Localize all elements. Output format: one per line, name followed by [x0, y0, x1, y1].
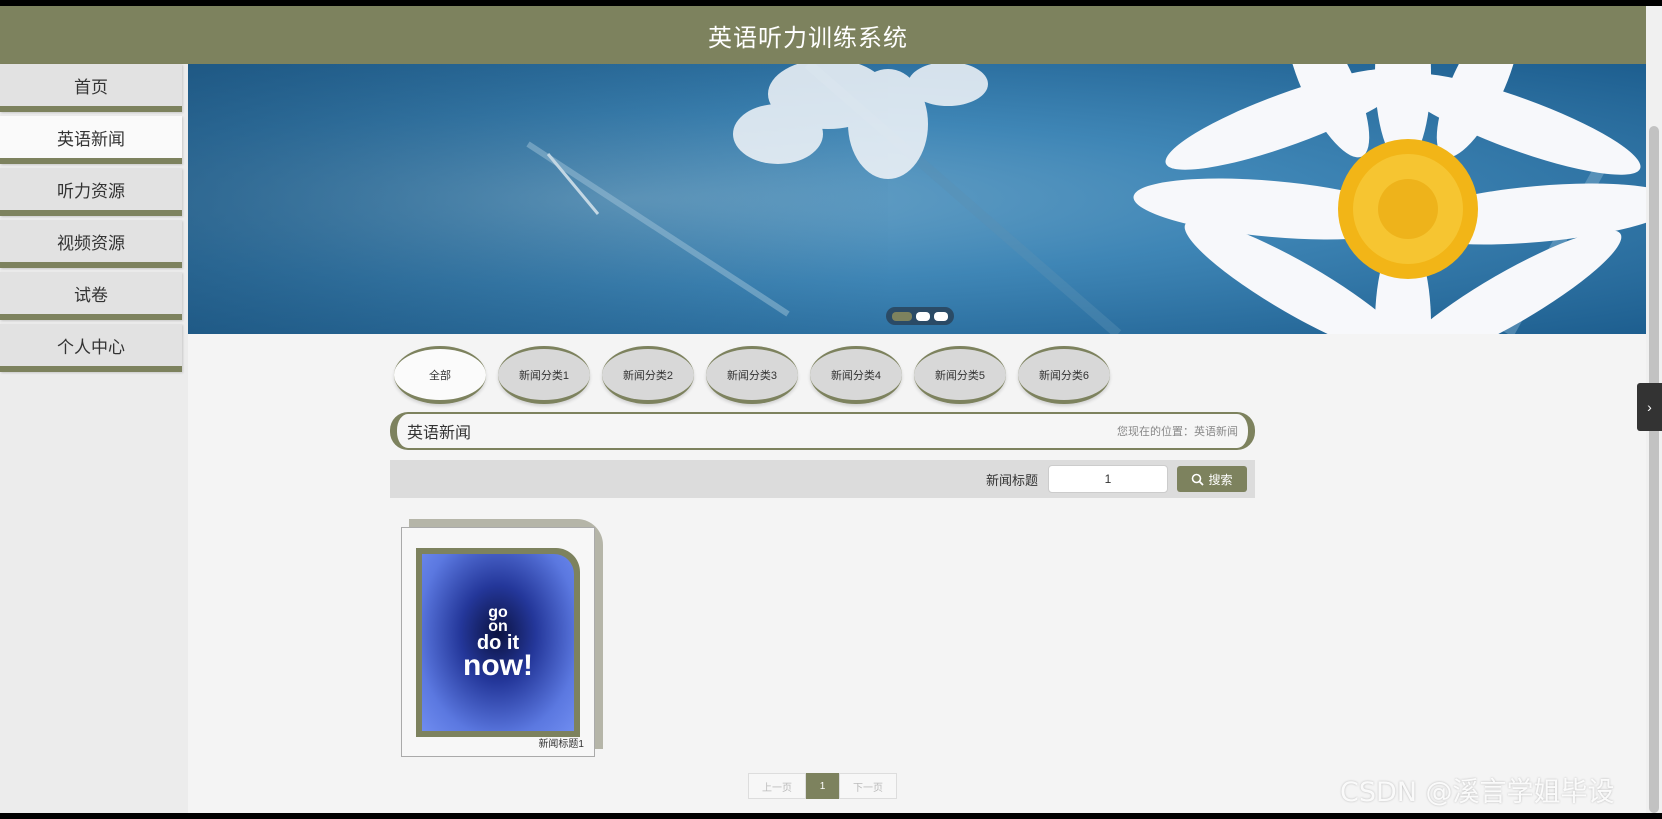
sidebar-item-listening-resources[interactable]: 听力资源 [0, 168, 182, 216]
site-title: 英语听力训练系统 [708, 23, 908, 52]
app-window: 英语听力训练系统 首页 英语新闻 听力资源 视频资源 试卷 个人中心 全部 新闻… [0, 6, 1646, 813]
pagination: 上一页 1 下一页 [748, 773, 897, 799]
news-thumbnail-frame: go on do it now! [416, 548, 580, 737]
top-header: 英语听力训练系统 [0, 6, 1646, 64]
sidebar-item-personal-center[interactable]: 个人中心 [0, 324, 182, 372]
search-button-label: 搜索 [1208, 472, 1233, 487]
search-input[interactable] [1048, 465, 1168, 493]
card-body: go on do it now! 新闻标题1 [401, 527, 595, 757]
scrollbar-thumb[interactable] [1649, 126, 1659, 813]
carousel-dot-3[interactable] [934, 311, 948, 321]
category-tabs: 全部 新闻分类1 新闻分类2 新闻分类3 新闻分类4 新闻分类5 新闻分类6 [394, 346, 1110, 404]
chevron-right-icon: › [1647, 399, 1652, 415]
banner-carousel[interactable] [188, 64, 1646, 334]
page-number-current[interactable]: 1 [806, 773, 839, 799]
category-tab-6[interactable]: 新闻分类6 [1018, 346, 1110, 404]
search-label: 新闻标题 [985, 472, 1038, 488]
news-title[interactable]: 新闻标题1 [538, 735, 584, 750]
sidebar-item-english-news[interactable]: 英语新闻 [0, 116, 182, 164]
category-tab-2[interactable]: 新闻分类2 [602, 346, 694, 404]
section-title: 英语新闻 [407, 423, 472, 442]
search-icon [1192, 473, 1205, 486]
category-tab-1[interactable]: 新闻分类1 [498, 346, 590, 404]
search-button[interactable]: 搜索 [1177, 466, 1247, 492]
category-tab-3[interactable]: 新闻分类3 [706, 346, 798, 404]
sidebar-item-exam-papers[interactable]: 试卷 [0, 272, 182, 320]
sidebar-item-video-resources[interactable]: 视频资源 [0, 220, 182, 268]
carousel-indicators [886, 307, 954, 325]
breadcrumb: 您现在的位置：英语新闻 [1117, 426, 1238, 438]
next-page-button[interactable]: 下一页 [839, 773, 897, 799]
expand-panel-button[interactable]: › [1637, 383, 1662, 431]
search-bar: 新闻标题 搜索 [390, 460, 1255, 498]
prev-page-button[interactable]: 上一页 [748, 773, 806, 799]
news-thumbnail[interactable]: go on do it now! [422, 554, 574, 731]
section-title-bar: 英语新闻 您现在的位置：英语新闻 [390, 412, 1255, 450]
sidebar: 首页 英语新闻 听力资源 视频资源 试卷 个人中心 [0, 64, 188, 813]
thumbnail-text-4: now! [463, 649, 533, 683]
sidebar-item-home[interactable]: 首页 [0, 64, 182, 112]
watermark: CSDN @溪言学姐毕设 [1340, 777, 1615, 808]
category-tab-all[interactable]: 全部 [394, 346, 486, 404]
category-tab-4[interactable]: 新闻分类4 [810, 346, 902, 404]
category-tab-5[interactable]: 新闻分类5 [914, 346, 1006, 404]
carousel-dot-2[interactable] [916, 311, 930, 321]
daisy-image [526, 64, 1646, 334]
carousel-dot-1[interactable] [892, 311, 912, 321]
news-card[interactable]: go on do it now! 新闻标题1 [401, 519, 603, 757]
